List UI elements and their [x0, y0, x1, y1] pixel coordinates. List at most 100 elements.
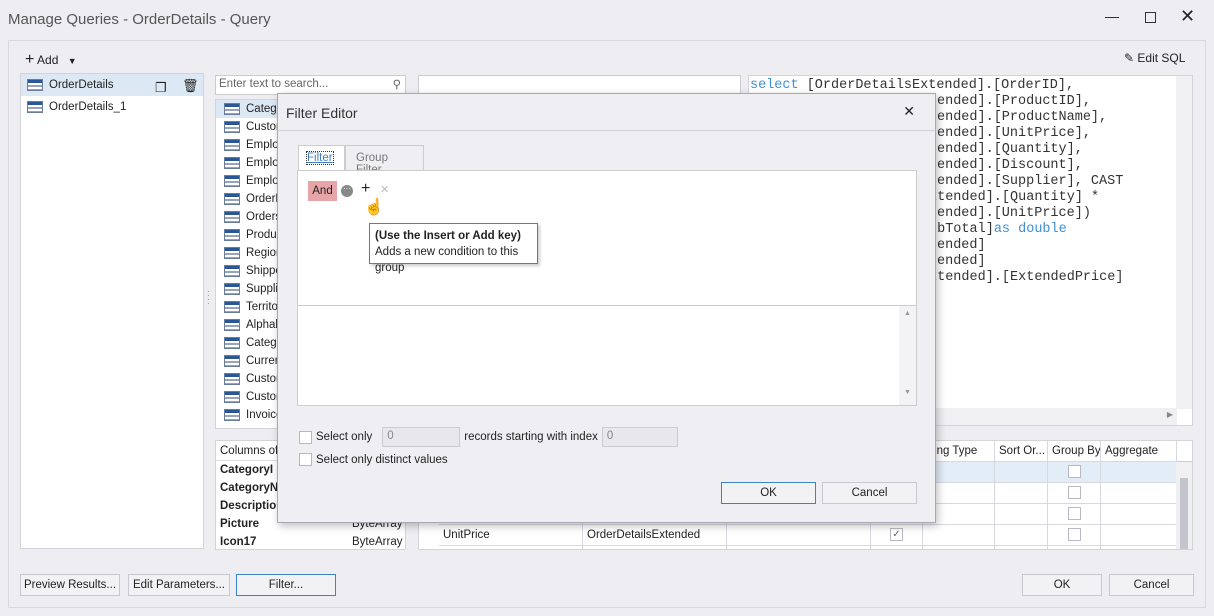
sql-line: ended].[Supplier], CAST: [937, 174, 1124, 189]
grid-cell[interactable]: [1048, 546, 1101, 550]
copy-icon[interactable]: ❐: [155, 77, 167, 99]
hand-cursor-icon: ☝: [364, 199, 384, 216]
sql-line: xtended].[ExtendedPrice]: [929, 270, 1124, 285]
grid-cell[interactable]: [1048, 525, 1101, 546]
grid-cell[interactable]: [583, 546, 727, 549]
start-index-input[interactable]: 0: [601, 427, 678, 447]
grid-cell[interactable]: [1101, 504, 1177, 525]
splitter-handle[interactable]: ....: [207, 285, 210, 307]
cancel-button[interactable]: Cancel: [1109, 574, 1194, 596]
group-by-checkbox[interactable]: [1068, 549, 1081, 550]
table-icon: [224, 408, 240, 421]
sql-line: ended].[ProductID],: [937, 94, 1091, 109]
grid-cell[interactable]: [1101, 483, 1177, 504]
chevron-down-icon: ▼: [67, 56, 77, 66]
grid-cell[interactable]: OrderDetailsExtended: [583, 525, 727, 546]
grid-table-name: OrderDetailsExtended: [587, 529, 701, 541]
grid-cell[interactable]: [923, 546, 995, 549]
grid-cell[interactable]: [727, 525, 871, 546]
grid-cell[interactable]: [1048, 483, 1101, 504]
ok-button[interactable]: OK: [1022, 574, 1102, 596]
records-from-label: records starting with index: [464, 431, 598, 443]
output-checkbox[interactable]: ✓: [890, 528, 903, 542]
grid-cell[interactable]: UnitPrice: [439, 525, 583, 546]
grid-cell[interactable]: [439, 546, 583, 549]
group-operator-and[interactable]: And: [308, 181, 337, 201]
grid-cell[interactable]: [871, 546, 923, 549]
vertical-scrollbar[interactable]: [1176, 76, 1192, 409]
grid-cell[interactable]: [1101, 546, 1177, 549]
distinct-checkbox[interactable]: [299, 453, 312, 466]
table-icon: [224, 210, 240, 223]
table-icon: [224, 300, 240, 313]
table-icon: [224, 120, 240, 133]
group-by-checkbox[interactable]: [1067, 465, 1081, 479]
sql-line: ubTotal]as double: [929, 222, 1067, 237]
minimize-button[interactable]: —: [1105, 8, 1121, 24]
filter-button[interactable]: Filter...: [236, 574, 336, 596]
edit-sql-button[interactable]: ✎ Edit SQL: [1124, 51, 1185, 65]
sql-line: ended]: [937, 238, 986, 253]
table-icon: [27, 100, 43, 113]
grid-cell[interactable]: [1101, 525, 1177, 546]
delete-icon[interactable]: 🗑: [182, 75, 199, 97]
vertical-scrollbar[interactable]: ▲ ▼: [899, 306, 916, 405]
grid-cell[interactable]: ✓: [871, 525, 923, 546]
table-icon: [224, 228, 240, 241]
table-icon: [224, 336, 240, 349]
grid-cell[interactable]: [727, 546, 871, 549]
dialog-close-button[interactable]: ✕: [903, 103, 915, 120]
grid-cell[interactable]: [995, 504, 1048, 525]
add-condition-icon[interactable]: +: [361, 180, 370, 198]
grid-scrollbar[interactable]: [1176, 462, 1192, 549]
more-options-icon[interactable]: ···: [341, 185, 353, 197]
select-only-checkbox[interactable]: [299, 430, 312, 444]
grid-cell[interactable]: [995, 462, 1048, 483]
sql-line: ended].[UnitPrice]): [937, 206, 1100, 221]
tab-filter[interactable]: Filter: [298, 145, 345, 171]
query-item[interactable]: OrderDetails_1: [21, 96, 203, 118]
maximize-button[interactable]: [1145, 12, 1156, 23]
query-label: OrderDetails: [49, 79, 114, 91]
query-item[interactable]: OrderDetails ❐ 🗑: [21, 74, 203, 96]
sql-line: select [OrderDetailsExtended].[OrderID],: [750, 78, 1075, 93]
table-icon: [224, 390, 240, 403]
grid-header[interactable]: Sort Or...: [995, 441, 1048, 462]
grid-cell[interactable]: [1101, 462, 1177, 483]
filter-tree[interactable]: And ··· + ✕ ☝ (Use the Insert or Add key…: [297, 170, 917, 306]
remove-group-icon[interactable]: ✕: [380, 183, 389, 196]
group-by-checkbox[interactable]: [1067, 507, 1081, 521]
grid-cell[interactable]: [1048, 504, 1101, 525]
table-icon: [224, 192, 240, 205]
sql-line: ended].[Quantity],: [937, 142, 1083, 157]
grid-cell[interactable]: [995, 525, 1048, 546]
group-by-checkbox[interactable]: [1067, 486, 1081, 500]
grid-cell[interactable]: [1048, 462, 1101, 483]
grid-cell[interactable]: [995, 483, 1048, 504]
grid-cell[interactable]: [923, 525, 995, 546]
search-icon: ⚲: [392, 79, 401, 91]
preview-results-button[interactable]: Preview Results...: [20, 574, 120, 596]
dialog-cancel-button[interactable]: Cancel: [822, 482, 917, 504]
filter-text-area[interactable]: ▲ ▼: [297, 305, 917, 406]
select-only-count-input[interactable]: 0: [382, 427, 461, 447]
table-search-input[interactable]: Enter text to search... ⚲: [215, 75, 406, 95]
tab-group-filter[interactable]: Group Filter: [345, 145, 424, 176]
edit-parameters-button[interactable]: Edit Parameters...: [128, 574, 230, 596]
query-name-input[interactable]: [418, 75, 741, 95]
search-placeholder: Enter text to search...: [219, 78, 329, 90]
query-label: OrderDetails_1: [49, 101, 127, 113]
table-icon: [224, 282, 240, 295]
group-by-checkbox[interactable]: [1067, 528, 1081, 542]
dialog-ok-button[interactable]: OK: [721, 482, 816, 504]
grid-header[interactable]: Aggregate: [1101, 441, 1177, 462]
column-row[interactable]: Icon17 ByteArray: [216, 533, 405, 549]
grid-header[interactable]: Group By: [1048, 441, 1101, 462]
pencil-icon: ✎: [1124, 51, 1135, 65]
grid-cell[interactable]: [995, 546, 1048, 549]
table-icon: [224, 354, 240, 367]
add-button[interactable]: + Add ▼: [25, 51, 77, 69]
table-label: Curren: [246, 355, 282, 367]
close-button[interactable]: ✕: [1180, 6, 1195, 27]
distinct-label: Select only distinct values: [316, 453, 448, 466]
